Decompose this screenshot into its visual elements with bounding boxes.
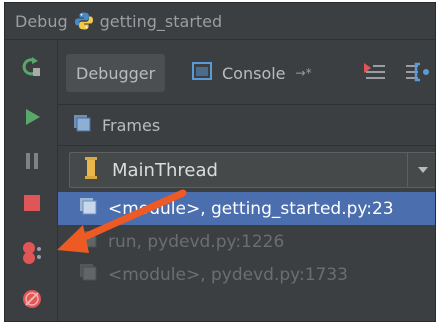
frame-row[interactable]: <module>, pydevd.py:1733 xyxy=(58,258,435,291)
tool-window-title-bar: Debug getting_started xyxy=(5,3,435,40)
python-icon xyxy=(74,11,94,31)
frames-icon xyxy=(72,113,92,137)
debug-side-toolbar xyxy=(5,40,58,321)
tab-debugger[interactable]: Debugger xyxy=(66,54,166,92)
frames-title: Frames xyxy=(102,115,161,135)
tab-debugger-label: Debugger xyxy=(76,63,156,83)
run-config-name: getting_started xyxy=(99,11,223,31)
frames-header: Frames xyxy=(58,105,435,146)
view-breakpoints-icon[interactable] xyxy=(19,240,45,266)
frame-row[interactable]: run, pydevd.py:1226 xyxy=(58,225,435,258)
thread-name: MainThread xyxy=(112,159,218,181)
chevron-down-icon[interactable] xyxy=(407,153,435,187)
debugger-content: Debugger Console →* Frames MainThread <m… xyxy=(58,40,435,321)
show-execution-point-icon[interactable] xyxy=(362,62,386,86)
tab-console-label: Console xyxy=(222,63,286,83)
pause-icon[interactable] xyxy=(19,148,45,174)
thread-selector[interactable]: MainThread xyxy=(69,152,435,188)
frames-list: <module>, getting_started.py:23 run, pyd… xyxy=(58,192,435,291)
debug-title-label: Debug xyxy=(15,11,68,31)
debug-tabs: Debugger Console →* xyxy=(58,40,435,105)
step-icon[interactable] xyxy=(414,60,434,88)
frame-icon xyxy=(78,229,98,254)
frame-label: run, pydevd.py:1226 xyxy=(108,231,285,252)
frame-label: <module>, pydevd.py:1733 xyxy=(108,264,348,285)
frame-label: <module>, getting_started.py:23 xyxy=(108,198,394,219)
resume-icon[interactable] xyxy=(19,104,45,130)
debug-tool-window: Debug getting_started Debugger Console →… xyxy=(4,2,436,322)
frame-icon xyxy=(78,262,98,287)
rerun-icon[interactable] xyxy=(19,54,45,80)
console-icon xyxy=(192,62,212,84)
thread-icon xyxy=(84,156,98,185)
tab-console-suffix: →* xyxy=(295,66,312,80)
stop-icon[interactable] xyxy=(19,190,45,216)
tab-console[interactable]: Console →* xyxy=(192,54,312,92)
frame-row[interactable]: <module>, getting_started.py:23 xyxy=(58,192,435,225)
mute-breakpoints-icon[interactable] xyxy=(19,286,45,312)
frame-icon xyxy=(78,196,98,221)
